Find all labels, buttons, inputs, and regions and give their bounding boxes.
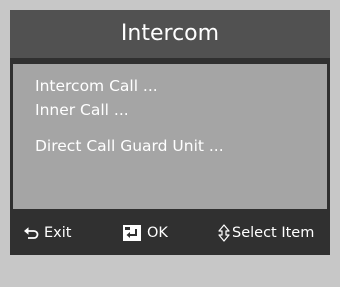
menu-list: Intercom Call ... Inner Call ... Direct … [13,64,327,209]
up-down-arrow-icon [218,224,230,242]
exit-label: Exit [44,225,72,241]
enter-key-icon [123,225,141,241]
menu-item-direct-call-guard-unit[interactable]: Direct Call Guard Unit ... [35,137,224,155]
select-item-hint[interactable]: Select Item [218,223,314,243]
dialog-title: Intercom [10,10,330,58]
footer-hints: Exit OK Select Item [10,212,330,255]
exit-button[interactable]: Exit [23,223,71,243]
intercom-dialog: Intercom Intercom Call ... Inner Call ..… [10,10,330,255]
menu-item-inner-call[interactable]: Inner Call ... [35,101,129,119]
menu-item-intercom-call[interactable]: Intercom Call ... [35,77,158,95]
ok-button[interactable]: OK [122,223,168,243]
ok-label: OK [147,225,168,241]
select-item-label: Select Item [232,225,315,241]
back-arrow-icon [24,227,39,239]
